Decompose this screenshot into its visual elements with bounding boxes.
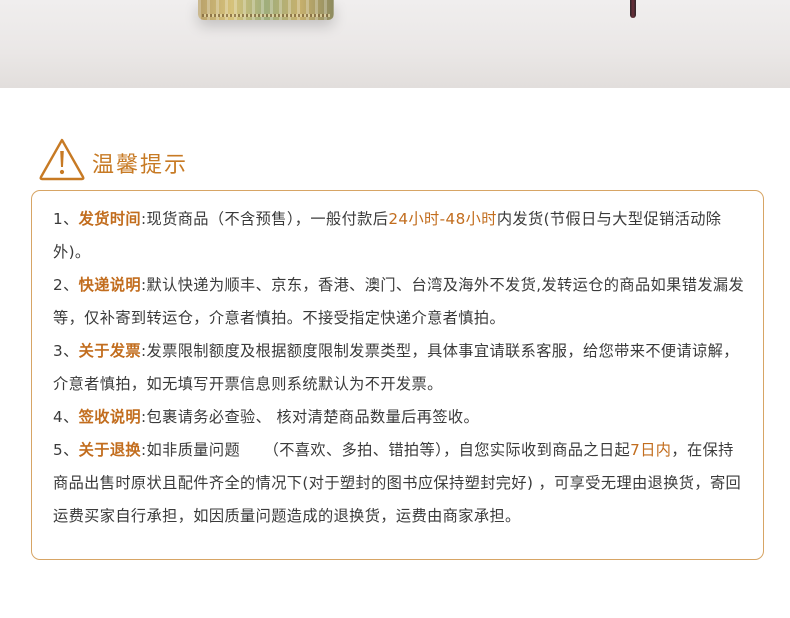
notice-text: :包裹请务必查验、 核对清楚商品数量后再签收。: [141, 408, 480, 426]
notice-item: 2、快递说明:默认快递为顺丰、京东，香港、澳门、台湾及海外不发货,发转运仓的商品…: [53, 269, 745, 335]
notice-item: 5、关于退换:如非质量问题 （不喜欢、多拍、错拍等），自您实际收到商品之日起7日…: [53, 434, 745, 533]
notice-keyword: 发货时间: [78, 210, 142, 228]
notice-box: 1、发货时间:现货商品（不含预售），一般付款后24小时-48小时内发货(节假日与…: [31, 190, 764, 560]
notice-text: :默认快递为顺丰、京东，香港、澳门、台湾及海外不发货,发转运仓的商品如果错发漏发…: [53, 276, 745, 327]
notice-item: 3、关于发票:发票限制额度及根据额度限制发票类型，具体事宜请联系客服，给您带来不…: [53, 335, 745, 401]
notice-item: 1、发货时间:现货商品（不含预售），一般付款后24小时-48小时内发货(节假日与…: [53, 203, 745, 269]
notice-keyword: 关于发票: [78, 342, 142, 360]
notice-number: 1、: [53, 210, 79, 228]
product-photo-banner: [0, 0, 790, 88]
notice-number: 5、: [53, 441, 79, 459]
notice-keyword: 快递说明: [78, 276, 142, 294]
notice-highlight: 24小时-48小时: [388, 210, 497, 228]
notice-text: :发票限制额度及根据额度限制发票类型，具体事宜请联系客服，给您带来不便请谅解，介…: [53, 342, 739, 393]
notice-keyword: 签收说明: [78, 408, 142, 426]
pen-image: [630, 0, 636, 18]
notice-header: 温馨提示: [38, 136, 188, 182]
notice-number: 3、: [53, 342, 79, 360]
notice-item: 4、签收说明:包裹请务必查验、 核对清楚商品数量后再签收。: [53, 401, 745, 434]
notice-number: 4、: [53, 408, 79, 426]
notice-keyword: 关于退换: [78, 441, 142, 459]
notice-text: :如非质量问题 （不喜欢、多拍、错拍等），自您实际收到商品之日起: [141, 441, 631, 459]
notice-text: :现货商品（不含预售），一般付款后: [141, 210, 389, 228]
warning-triangle-icon: [39, 138, 85, 181]
notice-list: 1、发货时间:现货商品（不含预售），一般付款后24小时-48小时内发货(节假日与…: [53, 203, 745, 533]
book-stack-image: [198, 0, 334, 20]
notice-title: 温馨提示: [92, 153, 189, 178]
notice-highlight: 7日内: [630, 441, 672, 459]
notice-number: 2、: [53, 276, 79, 294]
